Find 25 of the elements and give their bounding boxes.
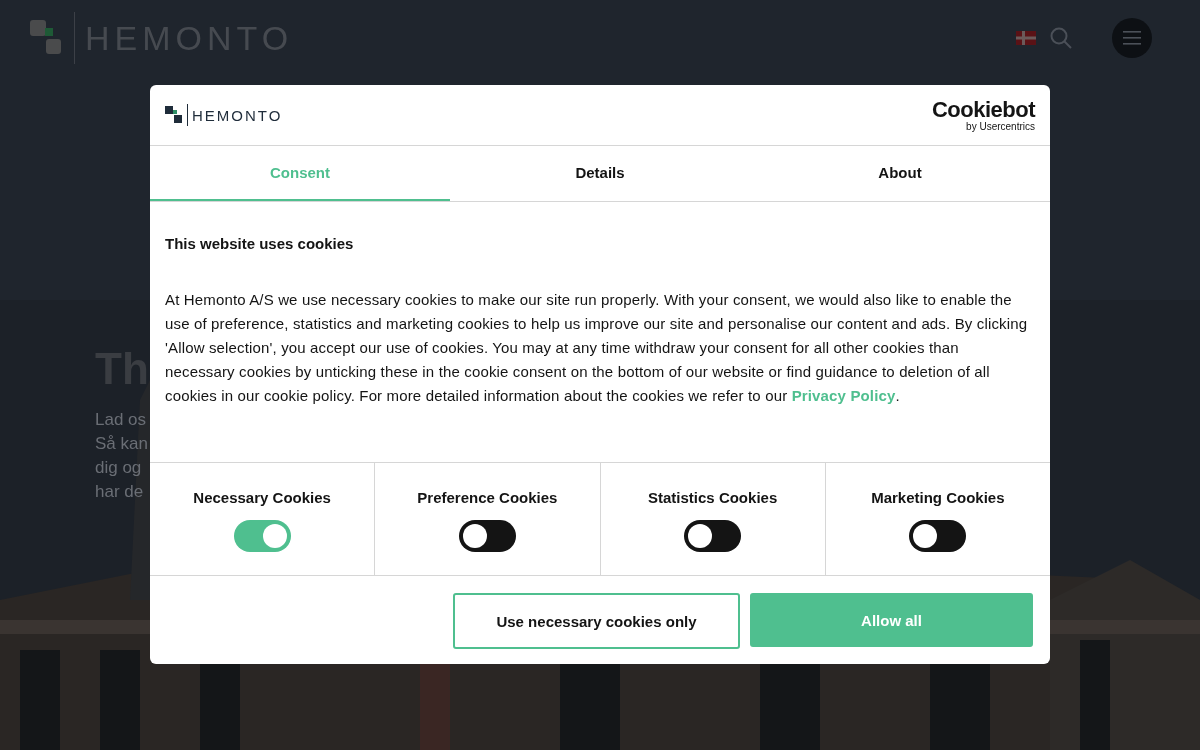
necessary-only-button[interactable]: Use necessary cookies only bbox=[453, 593, 740, 649]
flag-icon[interactable] bbox=[1016, 31, 1036, 45]
logo-icon bbox=[165, 106, 183, 124]
logo-text: HEMONTO bbox=[192, 106, 283, 124]
toggle-switch[interactable] bbox=[909, 520, 967, 552]
category-label: Marketing Cookies bbox=[871, 489, 1005, 506]
hero-text: har de bbox=[95, 481, 145, 503]
provider-logo: Cookiebot bbox=[931, 98, 1035, 121]
category-label: Statistics Cookies bbox=[648, 489, 778, 506]
dialog-heading: This website uses cookies bbox=[165, 235, 355, 252]
consent-text: At Hemonto A/S we use necessary cookies to make our site run properly. With your consent, we would also like to enable the use of preference, statistics and marketing cookies to help us improve our site and personalise our content and ads. By clicking 'Allow selection', you accept our use of cookies. You may at any time withdraw your consent for all other cookies than necessary cookies by unticking these in the cookie consent on the bottom of our website or find guidance to deletion of all cookies in our cookie policy. For more detailed information about the cookies we refer to our Privacy Policy. bbox=[165, 290, 1029, 406]
hero-text: Lad os bbox=[95, 409, 148, 431]
category-label: Preference Cookies bbox=[417, 489, 558, 506]
logo-icon bbox=[30, 20, 64, 56]
tab[interactable]: About bbox=[750, 146, 1050, 201]
hero-text: Så kan bbox=[95, 433, 149, 455]
toggle-switch[interactable] bbox=[684, 520, 742, 552]
toggle-switch[interactable] bbox=[233, 520, 291, 552]
provider-subtitle: by Usercentrics bbox=[966, 120, 1035, 132]
menu-icon bbox=[1123, 31, 1141, 45]
toggle-switch[interactable] bbox=[458, 520, 516, 552]
hero-text: dig og bbox=[95, 457, 143, 479]
tab[interactable]: Details bbox=[450, 146, 750, 201]
search-icon[interactable] bbox=[1050, 27, 1072, 49]
category-label: Necessary Cookies bbox=[193, 489, 331, 506]
